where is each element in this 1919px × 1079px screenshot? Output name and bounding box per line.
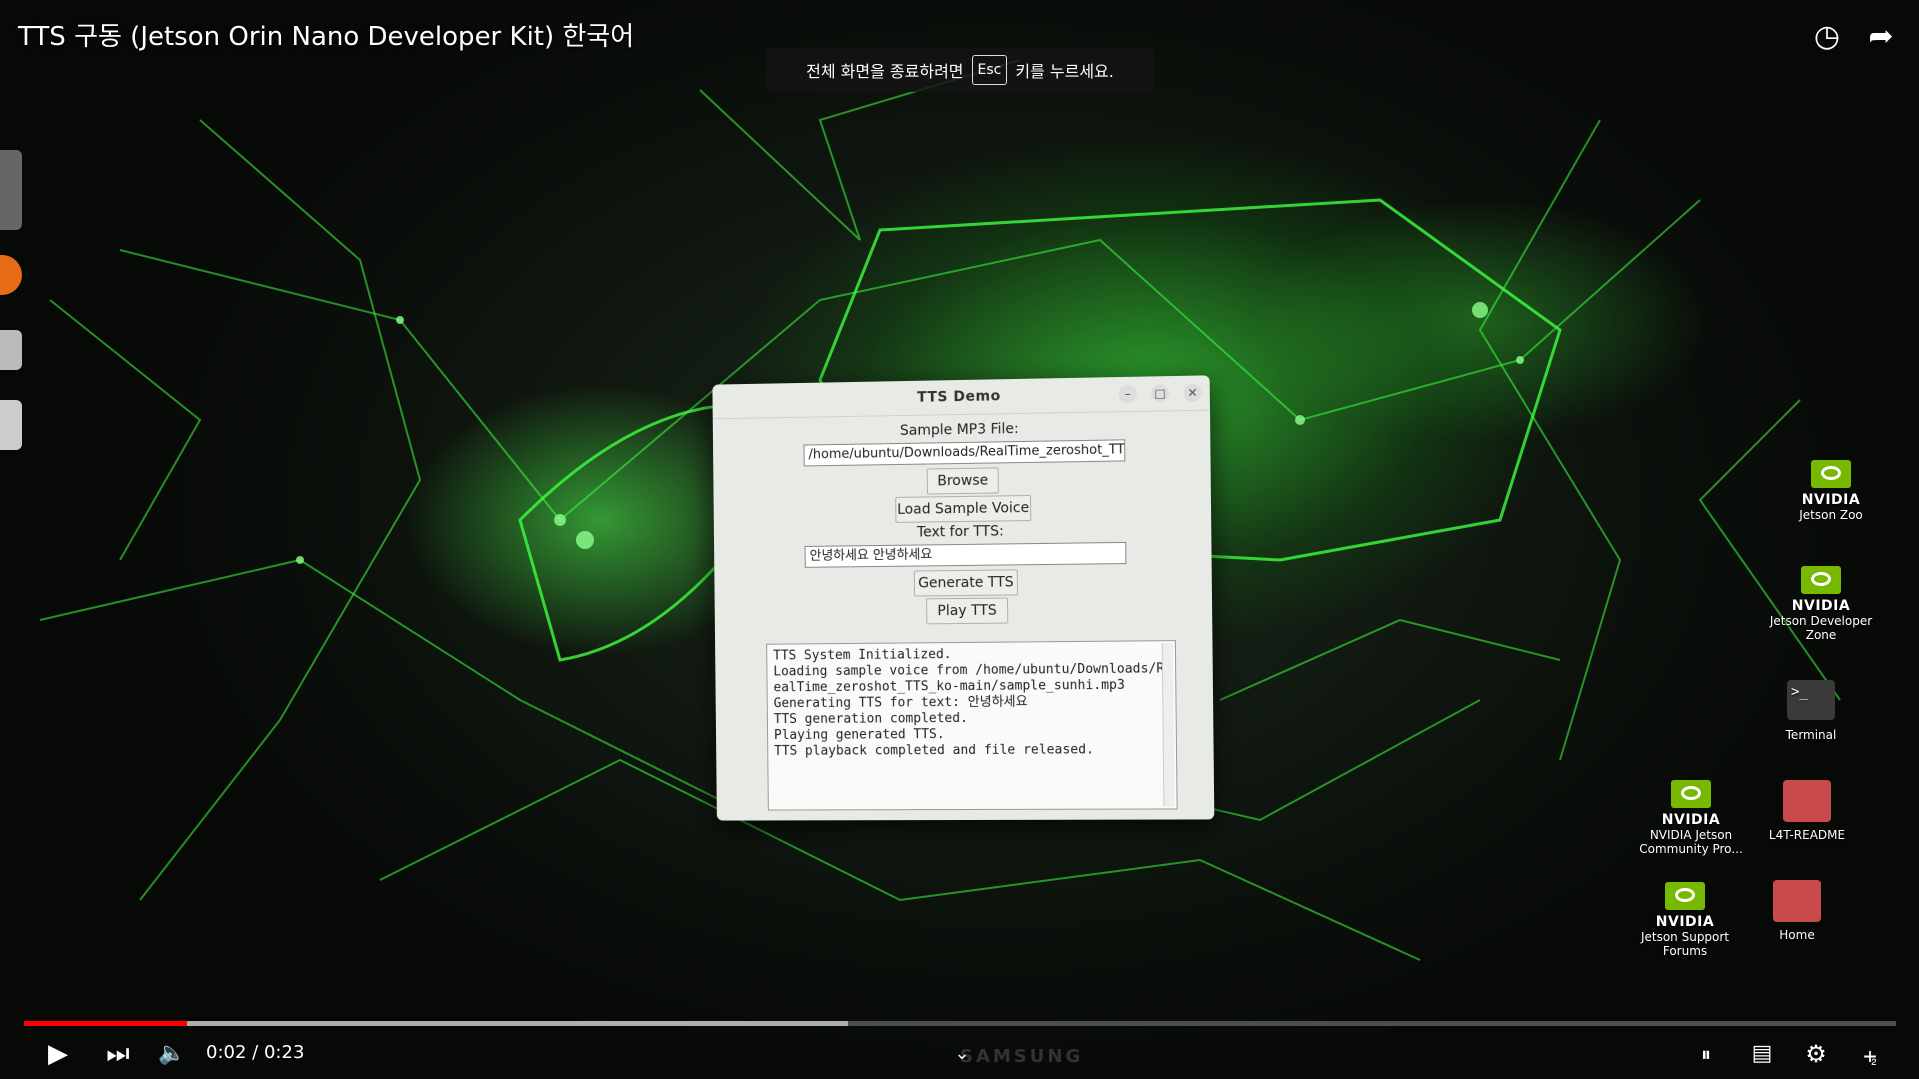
icon-label: L4T-README (1768, 828, 1846, 842)
log-line: TTS playback completed and file released… (774, 742, 1095, 759)
esc-key-badge: Esc (971, 55, 1008, 85)
sample-path-field[interactable]: /home/ubuntu/Downloads/RealTime_zeroshot… (803, 439, 1126, 467)
load-sample-voice-button[interactable]: Load Sample Voice (895, 494, 1032, 523)
tts-text-input[interactable]: 안녕하세요 안녕하세요 (804, 541, 1127, 568)
desktop-icon-readme[interactable]: L4T-README (1752, 780, 1862, 842)
dock-item-files[interactable] (0, 150, 22, 230)
window-title: TTS Demo (917, 388, 1001, 406)
minimize-icon[interactable]: – (1118, 384, 1137, 404)
icon-label: Terminal (1785, 728, 1837, 742)
terminal-icon: >_ (1787, 680, 1835, 720)
icon-label: Jetson Developer (1769, 614, 1873, 628)
video-title[interactable]: TTS 구동 (Jetson Orin Nano Developer Kit) … (18, 16, 634, 53)
icon-label: Zone (1805, 628, 1837, 642)
desktop-icon-jetson-zoo[interactable]: NVIDIA Jetson Zoo (1776, 460, 1886, 522)
browse-button[interactable]: Browse (926, 467, 999, 495)
settings-gear-icon[interactable]: ⚙ (1796, 1036, 1836, 1072)
toast-text-before: 전체 화면을 종료하려면 (806, 62, 964, 81)
time-display: 0:02 / 0:23 (206, 1042, 304, 1063)
nvidia-logo-icon (1665, 882, 1705, 910)
generate-tts-button[interactable]: Generate TTS (913, 569, 1018, 597)
brand-label: NVIDIA (1801, 492, 1861, 508)
brand-label: NVIDIA (1661, 812, 1721, 828)
nvidia-logo-icon (1671, 780, 1711, 808)
play-icon[interactable]: ▶ (40, 1036, 76, 1072)
desktop-icon-dev-zone[interactable]: NVIDIA Jetson Developer Zone (1766, 566, 1876, 642)
chevron-down-icon[interactable]: ⌄ (944, 1036, 980, 1072)
next-icon[interactable]: ⏭ (100, 1036, 136, 1072)
desktop-icon-community[interactable]: NVIDIA NVIDIA Jetson Community Pro... (1636, 780, 1746, 856)
progress-played (24, 1021, 187, 1026)
log-output-area[interactable]: TTS System Initialized. Loading sample v… (766, 640, 1178, 811)
video-frame[interactable]: TTS 구동 (Jetson Orin Nano Developer Kit) … (0, 0, 1919, 1079)
home-folder-icon (1773, 880, 1821, 922)
text-for-tts-label: Text for TTS: (916, 523, 1004, 541)
toast-text-after: 키를 누르세요. (1015, 62, 1114, 81)
folder-icon (1783, 780, 1831, 822)
share-icon[interactable]: ➦ (1864, 20, 1898, 54)
autoplay-toggle-icon[interactable]: ⏸ (1684, 1036, 1728, 1072)
icon-label: Community Pro... (1639, 842, 1743, 856)
icon-label: Jetson Zoo (1799, 508, 1863, 522)
maximize-icon[interactable]: □ (1150, 384, 1170, 403)
desktop-icon-home[interactable]: Home (1742, 880, 1852, 942)
nvidia-logo-icon (1801, 566, 1841, 594)
play-tts-button[interactable]: Play TTS (926, 597, 1009, 625)
fullscreen-exit-toast: 전체 화면을 종료하려면 Esc 키를 누르세요. (766, 48, 1154, 92)
log-line: ealTime_zeroshot_TTS_ko-main/sample_sunh… (773, 677, 1125, 696)
current-time: 0:02 (206, 1042, 247, 1063)
brand-label: NVIDIA (1791, 598, 1851, 614)
nvidia-logo-icon (1811, 460, 1851, 488)
dock-item-drive[interactable] (0, 330, 22, 370)
close-icon[interactable]: ✕ (1183, 383, 1202, 403)
subtitles-icon[interactable]: ▤ (1742, 1036, 1782, 1072)
volume-icon[interactable]: 🔈 (154, 1036, 190, 1072)
desktop-icon-support[interactable]: NVIDIA Jetson Support Forums (1630, 882, 1740, 958)
tts-demo-window: TTS Demo – □ ✕ Sample MP3 File: /home/ub… (712, 375, 1215, 821)
icon-label: Home (1779, 928, 1815, 942)
log-line: Playing generated TTS. (773, 727, 945, 743)
icon-label: Forums (1662, 944, 1708, 958)
icon-label: Jetson Support (1640, 930, 1730, 944)
log-scrollbar[interactable] (1161, 643, 1175, 807)
desktop-icon-terminal[interactable]: >_ Terminal (1756, 680, 1866, 742)
watch-later-icon[interactable]: ◷ (1810, 20, 1844, 54)
dock-item-trash[interactable] (0, 400, 22, 450)
time-separator: / (252, 1042, 259, 1063)
brand-label: NVIDIA (1655, 914, 1715, 930)
duration: 0:23 (263, 1042, 305, 1063)
exit-fullscreen-icon[interactable]: ⨧ (1850, 1036, 1890, 1072)
sample-file-label: Sample MP3 File: (899, 421, 1019, 439)
icon-label: NVIDIA Jetson (1649, 828, 1733, 842)
